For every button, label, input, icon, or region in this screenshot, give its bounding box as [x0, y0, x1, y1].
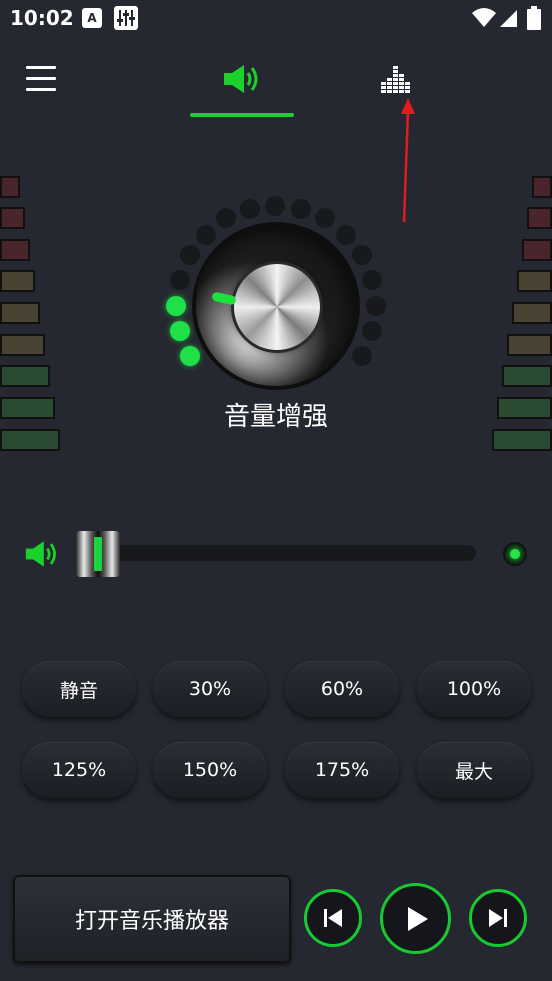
- knob-level-dot: [180, 245, 200, 265]
- meter-segment: [0, 176, 20, 198]
- open-music-player-button[interactable]: 打开音乐播放器: [13, 875, 291, 963]
- annotation-arrow: [401, 98, 415, 223]
- preset-125-button[interactable]: 125%: [22, 742, 136, 798]
- volume-slider-track[interactable]: [96, 545, 476, 561]
- battery-icon: [527, 6, 541, 34]
- skip-next-icon: [489, 909, 507, 927]
- meter-segment: [512, 302, 552, 324]
- wifi-icon: [472, 8, 496, 32]
- knob-level-dot: [265, 196, 285, 216]
- knob-level-dot: [196, 225, 216, 245]
- knob-level-dot: [315, 208, 335, 228]
- preset-30-button[interactable]: 30%: [153, 661, 267, 717]
- tab-volume[interactable]: [222, 62, 262, 100]
- knob-level-dot: [170, 270, 190, 290]
- slider-speaker-icon: [24, 538, 60, 574]
- knob-cap: [234, 264, 320, 350]
- meter-segment: [527, 207, 552, 229]
- meter-segment: [517, 270, 552, 292]
- knob-level-dot: [362, 321, 382, 341]
- tab-equalizer[interactable]: [380, 64, 412, 100]
- preset-mute-button[interactable]: 静音: [22, 661, 136, 717]
- knob-level-dot: [180, 346, 200, 366]
- preset-60-button[interactable]: 60%: [285, 661, 399, 717]
- knob-level-dot: [352, 346, 372, 366]
- speaker-icon: [224, 65, 258, 93]
- knob-level-dot: [291, 199, 311, 219]
- knob-label: 音量增强: [223, 402, 328, 432]
- meter-segment: [0, 302, 40, 324]
- meter-segment: [507, 334, 552, 356]
- active-tab-indicator: [190, 113, 294, 117]
- preset-150-button[interactable]: 150%: [153, 742, 267, 798]
- knob-level-dot: [216, 208, 236, 228]
- status-time: 10:02: [10, 6, 74, 30]
- skip-previous-icon: [324, 909, 342, 927]
- knob-level-dot: [240, 199, 260, 219]
- volume-slider-handle[interactable]: [76, 531, 120, 577]
- meter-segment: [532, 176, 552, 198]
- cell-signal-icon: [500, 8, 518, 32]
- hamburger-menu-icon[interactable]: [26, 66, 60, 94]
- preset-175-button[interactable]: 175%: [285, 742, 399, 798]
- meter-segment: [0, 239, 30, 261]
- equalizer-icon: [381, 66, 410, 93]
- preset-max-button[interactable]: 最大: [417, 742, 531, 798]
- text-a-icon: A: [82, 8, 102, 28]
- knob-level-dot: [362, 270, 382, 290]
- previous-track-button[interactable]: [304, 889, 362, 947]
- knob-level-dot: [170, 321, 190, 341]
- meter-segment: [522, 239, 552, 261]
- mixer-notification-icon: [114, 6, 138, 30]
- knob-level-dot: [366, 296, 386, 316]
- next-track-button[interactable]: [469, 889, 527, 947]
- preset-100-button[interactable]: 100%: [417, 661, 531, 717]
- meter-segment: [0, 207, 25, 229]
- slider-led-indicator: [503, 542, 527, 566]
- play-button[interactable]: [380, 883, 451, 954]
- meter-segment: [0, 365, 50, 387]
- knob-level-dot: [352, 245, 372, 265]
- play-icon: [407, 906, 428, 931]
- meter-segment: [0, 334, 45, 356]
- knob-level-dot: [166, 296, 186, 316]
- knob-level-dot: [336, 225, 356, 245]
- meter-segment: [502, 365, 552, 387]
- meter-segment: [0, 270, 35, 292]
